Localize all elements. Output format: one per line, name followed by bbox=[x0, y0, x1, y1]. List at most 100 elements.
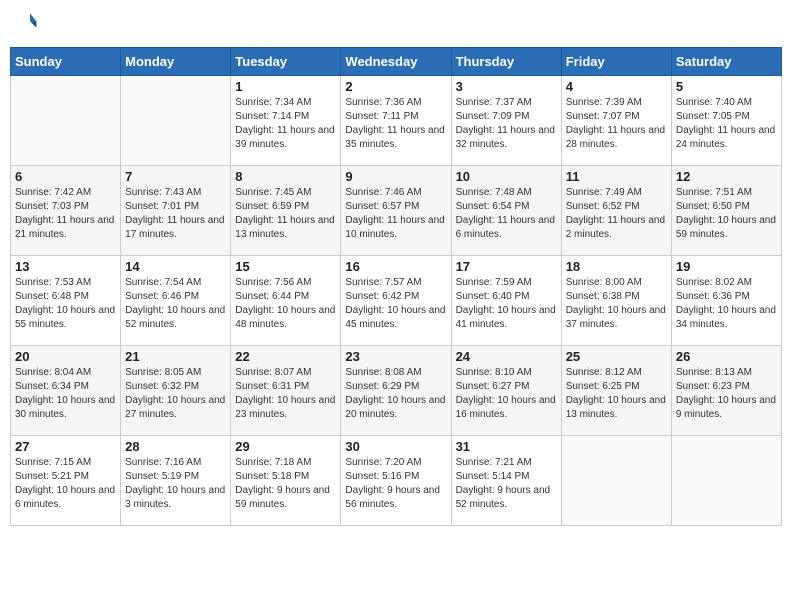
day-number: 12 bbox=[676, 169, 777, 184]
day-number: 28 bbox=[125, 439, 226, 454]
day-info: Sunrise: 8:04 AM Sunset: 6:34 PM Dayligh… bbox=[15, 366, 116, 422]
day-info: Sunrise: 7:59 AM Sunset: 6:40 PM Dayligh… bbox=[456, 276, 557, 332]
day-number: 14 bbox=[125, 259, 226, 274]
day-number: 5 bbox=[676, 79, 777, 94]
calendar-cell: 11 Sunrise: 7:49 AM Sunset: 6:52 PM Dayli… bbox=[561, 166, 671, 256]
calendar-cell: 5 Sunrise: 7:40 AM Sunset: 7:05 PM Daylig… bbox=[671, 76, 781, 166]
calendar-table: SundayMondayTuesdayWednesdayThursdayFrid… bbox=[10, 47, 782, 526]
calendar-cell: 17 Sunrise: 7:59 AM Sunset: 6:40 PM Dayli… bbox=[451, 256, 561, 346]
day-number: 3 bbox=[456, 79, 557, 94]
calendar-cell: 10 Sunrise: 7:48 AM Sunset: 6:54 PM Dayli… bbox=[451, 166, 561, 256]
calendar-cell: 9Sunrise: 7:46 AM Sunset: 6:57 PM Daylig… bbox=[341, 166, 451, 256]
calendar-cell: 7 Sunrise: 7:43 AM Sunset: 7:01 PM Daylig… bbox=[121, 166, 231, 256]
day-info: Sunrise: 7:53 AM Sunset: 6:48 PM Dayligh… bbox=[15, 276, 116, 332]
day-info: Sunrise: 8:13 AM Sunset: 6:23 PM Dayligh… bbox=[676, 366, 777, 422]
calendar-cell: 22Sunrise: 8:07 AM Sunset: 6:31 PM Dayli… bbox=[231, 346, 341, 436]
calendar-cell: 6Sunrise: 7:42 AM Sunset: 7:03 PM Daylig… bbox=[11, 166, 121, 256]
calendar-cell bbox=[561, 436, 671, 526]
day-number: 29 bbox=[235, 439, 336, 454]
day-number: 13 bbox=[15, 259, 116, 274]
day-info: Sunrise: 7:37 AM Sunset: 7:09 PM Dayligh… bbox=[456, 96, 557, 152]
day-number: 27 bbox=[15, 439, 116, 454]
calendar-cell: 31Sunrise: 7:21 AM Sunset: 5:14 PM Dayli… bbox=[451, 436, 561, 526]
calendar-cell: 30Sunrise: 7:20 AM Sunset: 5:16 PM Dayli… bbox=[341, 436, 451, 526]
header-cell-saturday: Saturday bbox=[671, 48, 781, 76]
page-header bbox=[10, 10, 782, 39]
calendar-cell: 12 Sunrise: 7:51 AM Sunset: 6:50 PM Dayli… bbox=[671, 166, 781, 256]
day-info: Sunrise: 7:20 AM Sunset: 5:16 PM Dayligh… bbox=[345, 456, 446, 512]
day-info: Sunrise: 7:18 AM Sunset: 5:18 PM Dayligh… bbox=[235, 456, 336, 512]
day-number: 21 bbox=[125, 349, 226, 364]
day-info: Sunrise: 8:02 AM Sunset: 6:36 PM Dayligh… bbox=[676, 276, 777, 332]
calendar-cell: 16Sunrise: 7:57 AM Sunset: 6:42 PM Dayli… bbox=[341, 256, 451, 346]
day-info: Sunrise: 7:56 AM Sunset: 6:44 PM Dayligh… bbox=[235, 276, 336, 332]
header-cell-wednesday: Wednesday bbox=[341, 48, 451, 76]
day-number: 16 bbox=[345, 259, 446, 274]
day-info: Sunrise: 7:34 AM Sunset: 7:14 PM Dayligh… bbox=[235, 96, 336, 152]
calendar-cell: 28 Sunrise: 7:16 AM Sunset: 5:19 PM Dayli… bbox=[121, 436, 231, 526]
logo bbox=[14, 10, 40, 39]
calendar-cell: 25Sunrise: 8:12 AM Sunset: 6:25 PM Dayli… bbox=[561, 346, 671, 436]
calendar-cell: 4Sunrise: 7:39 AM Sunset: 7:07 PM Daylig… bbox=[561, 76, 671, 166]
calendar-cell: 1 Sunrise: 7:34 AM Sunset: 7:14 PM Daylig… bbox=[231, 76, 341, 166]
day-number: 22 bbox=[235, 349, 336, 364]
calendar-cell: 27 Sunrise: 7:15 AM Sunset: 5:21 PM Dayli… bbox=[11, 436, 121, 526]
day-info: Sunrise: 7:15 AM Sunset: 5:21 PM Dayligh… bbox=[15, 456, 116, 512]
calendar-body: 1 Sunrise: 7:34 AM Sunset: 7:14 PM Daylig… bbox=[11, 76, 782, 526]
day-number: 24 bbox=[456, 349, 557, 364]
day-info: Sunrise: 8:05 AM Sunset: 6:32 PM Dayligh… bbox=[125, 366, 226, 422]
day-number: 8 bbox=[235, 169, 336, 184]
day-info: Sunrise: 7:45 AM Sunset: 6:59 PM Dayligh… bbox=[235, 186, 336, 242]
header-cell-thursday: Thursday bbox=[451, 48, 561, 76]
day-info: Sunrise: 7:42 AM Sunset: 7:03 PM Dayligh… bbox=[15, 186, 116, 242]
week-row-1: 6Sunrise: 7:42 AM Sunset: 7:03 PM Daylig… bbox=[11, 166, 782, 256]
day-info: Sunrise: 8:10 AM Sunset: 6:27 PM Dayligh… bbox=[456, 366, 557, 422]
calendar-cell: 8 Sunrise: 7:45 AM Sunset: 6:59 PM Daylig… bbox=[231, 166, 341, 256]
day-info: Sunrise: 7:51 AM Sunset: 6:50 PM Dayligh… bbox=[676, 186, 777, 242]
day-info: Sunrise: 7:39 AM Sunset: 7:07 PM Dayligh… bbox=[566, 96, 667, 152]
header-cell-sunday: Sunday bbox=[11, 48, 121, 76]
day-number: 10 bbox=[456, 169, 557, 184]
day-info: Sunrise: 8:00 AM Sunset: 6:38 PM Dayligh… bbox=[566, 276, 667, 332]
day-number: 2 bbox=[345, 79, 446, 94]
day-info: Sunrise: 8:08 AM Sunset: 6:29 PM Dayligh… bbox=[345, 366, 446, 422]
day-info: Sunrise: 7:46 AM Sunset: 6:57 PM Dayligh… bbox=[345, 186, 446, 242]
week-row-2: 13 Sunrise: 7:53 AM Sunset: 6:48 PM Dayli… bbox=[11, 256, 782, 346]
day-number: 25 bbox=[566, 349, 667, 364]
day-number: 20 bbox=[15, 349, 116, 364]
calendar-cell: 2 Sunrise: 7:36 AM Sunset: 7:11 PM Daylig… bbox=[341, 76, 451, 166]
day-info: Sunrise: 7:36 AM Sunset: 7:11 PM Dayligh… bbox=[345, 96, 446, 152]
calendar-cell: 20 Sunrise: 8:04 AM Sunset: 6:34 PM Dayli… bbox=[11, 346, 121, 436]
day-number: 18 bbox=[566, 259, 667, 274]
calendar-cell: 19 Sunrise: 8:02 AM Sunset: 6:36 PM Dayli… bbox=[671, 256, 781, 346]
header-cell-tuesday: Tuesday bbox=[231, 48, 341, 76]
day-info: Sunrise: 7:40 AM Sunset: 7:05 PM Dayligh… bbox=[676, 96, 777, 152]
header-cell-monday: Monday bbox=[121, 48, 231, 76]
day-info: Sunrise: 7:54 AM Sunset: 6:46 PM Dayligh… bbox=[125, 276, 226, 332]
day-number: 7 bbox=[125, 169, 226, 184]
calendar-cell: 24 Sunrise: 8:10 AM Sunset: 6:27 PM Dayli… bbox=[451, 346, 561, 436]
header-cell-friday: Friday bbox=[561, 48, 671, 76]
calendar-cell: 15 Sunrise: 7:56 AM Sunset: 6:44 PM Dayli… bbox=[231, 256, 341, 346]
day-number: 23 bbox=[345, 349, 446, 364]
day-info: Sunrise: 7:48 AM Sunset: 6:54 PM Dayligh… bbox=[456, 186, 557, 242]
day-number: 1 bbox=[235, 79, 336, 94]
day-number: 15 bbox=[235, 259, 336, 274]
calendar-cell: 23 Sunrise: 8:08 AM Sunset: 6:29 PM Dayli… bbox=[341, 346, 451, 436]
day-number: 31 bbox=[456, 439, 557, 454]
week-row-4: 27 Sunrise: 7:15 AM Sunset: 5:21 PM Dayli… bbox=[11, 436, 782, 526]
day-number: 26 bbox=[676, 349, 777, 364]
logo-icon bbox=[14, 10, 38, 34]
day-number: 19 bbox=[676, 259, 777, 274]
day-number: 17 bbox=[456, 259, 557, 274]
day-info: Sunrise: 7:49 AM Sunset: 6:52 PM Dayligh… bbox=[566, 186, 667, 242]
header-row: SundayMondayTuesdayWednesdayThursdayFrid… bbox=[11, 48, 782, 76]
day-info: Sunrise: 7:43 AM Sunset: 7:01 PM Dayligh… bbox=[125, 186, 226, 242]
calendar-cell: 21 Sunrise: 8:05 AM Sunset: 6:32 PM Dayli… bbox=[121, 346, 231, 436]
calendar-cell: 14 Sunrise: 7:54 AM Sunset: 6:46 PM Dayli… bbox=[121, 256, 231, 346]
day-number: 11 bbox=[566, 169, 667, 184]
week-row-3: 20 Sunrise: 8:04 AM Sunset: 6:34 PM Dayli… bbox=[11, 346, 782, 436]
day-info: Sunrise: 7:16 AM Sunset: 5:19 PM Dayligh… bbox=[125, 456, 226, 512]
calendar-cell: 18 Sunrise: 8:00 AM Sunset: 6:38 PM Dayli… bbox=[561, 256, 671, 346]
calendar-cell bbox=[671, 436, 781, 526]
